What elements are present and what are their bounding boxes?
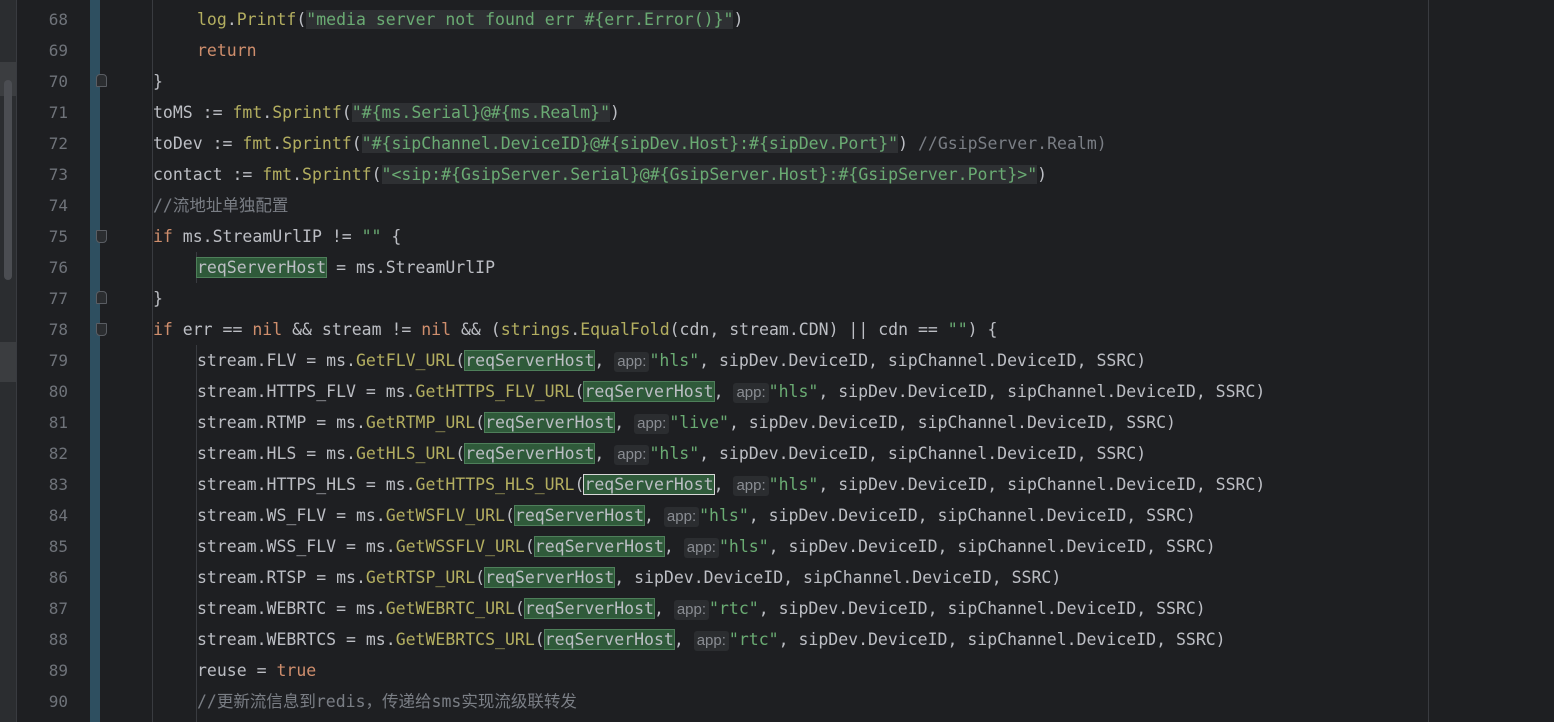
comment: //流地址单独配置 [153,196,289,215]
left-tool-strip [0,0,17,722]
line-number: 86 [48,568,68,587]
comment: //GsipServer.Realm) [917,134,1107,153]
identifier-highlight: reqServerHost [523,598,655,619]
code-line: stream.HTTPS_HLS = ms.GetHTTPS_HLS_URL(r… [197,474,1266,496]
code-line: if err == nil && stream != nil && (strin… [153,320,998,339]
line-number: 84 [48,506,68,525]
parameter-hint: app: [614,352,650,372]
fold-start-icon[interactable] [96,323,107,336]
fold-end-icon[interactable] [96,74,107,87]
line-number: 70 [48,72,68,91]
code-line: stream.WS_FLV = ms.GetWSFLV_URL(reqServe… [197,505,1196,527]
code-line: stream.RTMP = ms.GetRTMP_URL(reqServerHo… [197,412,1176,434]
line-number: 89 [48,661,68,680]
string-literal: "media server not found err #{err.Error(… [306,10,734,29]
code-editor[interactable]: 68 69 70 71 72 73 74 75 76 77 78 79 80 8… [0,0,1554,722]
line-number: 82 [48,444,68,463]
identifier-highlight: reqServerHost [484,567,616,588]
parameter-hint: app: [693,631,729,651]
line-number: 87 [48,599,68,618]
line-number: 88 [48,630,68,649]
vcs-change-marker[interactable] [90,0,100,722]
string-literal: "#{ms.Serial}@#{ms.Realm}" [351,103,610,122]
code-line: } [153,289,163,308]
identifier-highlight: reqServerHost [464,443,596,464]
line-number: 76 [48,258,68,277]
identifier-highlight: reqServerHost [484,412,616,433]
code-line: log.Printf("media server not found err #… [197,10,744,29]
parameter-hint: app: [683,538,719,558]
code-line: toDev := fmt.Sprintf("#{sipChannel.Devic… [153,134,1107,153]
code-line: stream.WEBRTC = ms.GetWEBRTC_URL(reqServ… [197,598,1206,620]
identifier-highlight: reqServerHost [513,505,646,526]
code-line: return [197,41,257,60]
line-number: 83 [48,475,68,494]
string-literal: "#{sipChannel.DeviceID}@#{sipDev.Host}:#… [361,134,899,153]
code-line: stream.HTTPS_FLV = ms.GetHTTPS_FLV_URL(r… [197,381,1266,403]
line-number: 77 [48,289,68,308]
parameter-hint: app: [733,476,769,496]
identifier-highlight: reqServerHost [195,257,328,278]
code-line: reuse = true [197,661,317,680]
code-line: reqServerHost = ms.StreamUrlIP [195,257,496,278]
code-area[interactable]: log.Printf("media server not found err #… [108,0,1554,722]
fold-end-icon[interactable] [96,291,107,304]
scrollbar-thumb[interactable] [4,80,12,280]
parameter-hint: app: [663,507,700,527]
line-number: 90 [48,692,68,711]
line-number: 72 [48,134,68,153]
code-line: stream.RTSP = ms.GetRTSP_URL(reqServerHo… [197,567,1062,588]
code-line: //流地址单独配置 [153,190,288,221]
code-line: } [153,72,163,91]
line-number: 73 [48,165,68,184]
code-line: stream.HLS = ms.GetHLS_URL(reqServerHost… [197,443,1147,465]
identifier-highlight: reqServerHost [464,350,596,371]
code-line: stream.FLV = ms.GetFLV_URL(reqServerHost… [197,350,1147,372]
code-line: toMS := fmt.Sprintf("#{ms.Serial}@#{ms.R… [153,103,620,122]
line-number: 85 [48,537,68,556]
code-line: contact := fmt.Sprintf("<sip:#{GsipServe… [153,165,1048,184]
line-number: 69 [48,41,68,60]
code-line: //更新流信息到redis，传递给sms实现流级联转发 [197,686,577,717]
parameter-hint: app: [614,445,650,465]
right-margin-guide [1428,0,1429,722]
comment: //更新流信息到redis，传递给sms实现流级联转发 [197,692,577,711]
line-number: 78 [48,320,68,339]
line-number-gutter: 68 69 70 71 72 73 74 75 76 77 78 79 80 8… [16,0,90,722]
line-number: 71 [48,103,68,122]
fold-start-icon[interactable] [96,230,107,243]
code-line: stream.WEBRTCS = ms.GetWEBRTCS_URL(reqSe… [197,629,1226,651]
parameter-hint: app: [673,600,710,620]
line-number: 80 [48,382,68,401]
code-line: if ms.StreamUrlIP != "" { [153,227,402,246]
identifier-highlight: reqServerHost [533,536,665,557]
line-number: 75 [48,227,68,246]
line-number: 79 [48,351,68,370]
line-number: 68 [48,10,68,29]
string-literal: "<sip:#{GsipServer.Serial}@#{GsipServer.… [381,165,1038,184]
caret-identifier-highlight: reqServerHost [583,474,715,495]
line-number: 81 [48,413,68,432]
code-line: stream.WSS_FLV = ms.GetWSSFLV_URL(reqSer… [197,536,1216,558]
strip-marker [0,342,16,382]
parameter-hint: app: [634,414,670,434]
parameter-hint: app: [733,383,769,403]
identifier-highlight: reqServerHost [543,629,675,650]
identifier-highlight: reqServerHost [583,381,715,402]
line-number: 74 [48,196,68,215]
